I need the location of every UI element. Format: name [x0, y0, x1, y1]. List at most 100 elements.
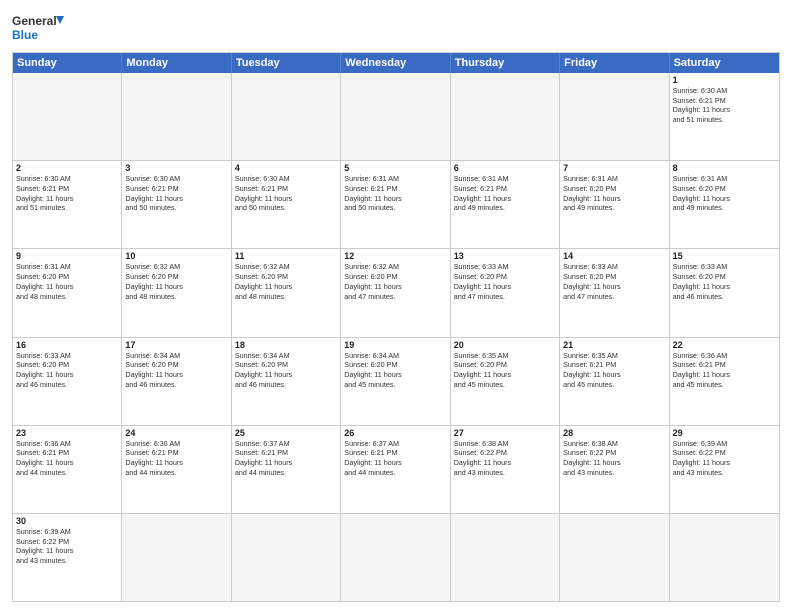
cell-info: Sunrise: 6:38 AM Sunset: 6:22 PM Dayligh…: [563, 439, 665, 478]
day-number: 11: [235, 251, 337, 261]
cell-info: Sunrise: 6:36 AM Sunset: 6:21 PM Dayligh…: [673, 351, 776, 390]
cal-cell-empty: [670, 514, 779, 601]
day-number: 25: [235, 428, 337, 438]
day-number: 10: [125, 251, 227, 261]
cal-cell-day-25: 25Sunrise: 6:37 AM Sunset: 6:21 PM Dayli…: [232, 426, 341, 513]
cal-cell-day-26: 26Sunrise: 6:37 AM Sunset: 6:21 PM Dayli…: [341, 426, 450, 513]
cal-cell-day-29: 29Sunrise: 6:39 AM Sunset: 6:22 PM Dayli…: [670, 426, 779, 513]
cal-cell-day-23: 23Sunrise: 6:36 AM Sunset: 6:21 PM Dayli…: [13, 426, 122, 513]
cal-header-day-sunday: Sunday: [13, 53, 122, 73]
cell-info: Sunrise: 6:30 AM Sunset: 6:21 PM Dayligh…: [125, 174, 227, 213]
calendar-body: 1Sunrise: 6:30 AM Sunset: 6:21 PM Daylig…: [13, 73, 779, 601]
cal-cell-day-14: 14Sunrise: 6:33 AM Sunset: 6:20 PM Dayli…: [560, 249, 669, 336]
cell-info: Sunrise: 6:36 AM Sunset: 6:21 PM Dayligh…: [16, 439, 118, 478]
cal-cell-day-6: 6Sunrise: 6:31 AM Sunset: 6:21 PM Daylig…: [451, 161, 560, 248]
cell-info: Sunrise: 6:30 AM Sunset: 6:21 PM Dayligh…: [235, 174, 337, 213]
day-number: 20: [454, 340, 556, 350]
day-number: 29: [673, 428, 776, 438]
cal-cell-day-30: 30Sunrise: 6:39 AM Sunset: 6:22 PM Dayli…: [13, 514, 122, 601]
cal-week-1: 2Sunrise: 6:30 AM Sunset: 6:21 PM Daylig…: [13, 160, 779, 248]
svg-text:Blue: Blue: [12, 28, 38, 42]
cal-cell-day-21: 21Sunrise: 6:35 AM Sunset: 6:21 PM Dayli…: [560, 338, 669, 425]
day-number: 17: [125, 340, 227, 350]
cal-week-5: 30Sunrise: 6:39 AM Sunset: 6:22 PM Dayli…: [13, 513, 779, 601]
cell-info: Sunrise: 6:38 AM Sunset: 6:22 PM Dayligh…: [454, 439, 556, 478]
day-number: 9: [16, 251, 118, 261]
cal-cell-empty: [560, 73, 669, 160]
day-number: 19: [344, 340, 446, 350]
cal-cell-empty: [13, 73, 122, 160]
cal-cell-day-22: 22Sunrise: 6:36 AM Sunset: 6:21 PM Dayli…: [670, 338, 779, 425]
cell-info: Sunrise: 6:30 AM Sunset: 6:21 PM Dayligh…: [673, 86, 776, 125]
cal-cell-empty: [451, 73, 560, 160]
day-number: 13: [454, 251, 556, 261]
cal-cell-day-8: 8Sunrise: 6:31 AM Sunset: 6:20 PM Daylig…: [670, 161, 779, 248]
cell-info: Sunrise: 6:31 AM Sunset: 6:21 PM Dayligh…: [454, 174, 556, 213]
day-number: 1: [673, 75, 776, 85]
day-number: 23: [16, 428, 118, 438]
cal-header-day-wednesday: Wednesday: [341, 53, 450, 73]
cal-cell-day-11: 11Sunrise: 6:32 AM Sunset: 6:20 PM Dayli…: [232, 249, 341, 336]
cell-info: Sunrise: 6:34 AM Sunset: 6:20 PM Dayligh…: [235, 351, 337, 390]
cal-cell-day-2: 2Sunrise: 6:30 AM Sunset: 6:21 PM Daylig…: [13, 161, 122, 248]
day-number: 16: [16, 340, 118, 350]
cal-cell-empty: [451, 514, 560, 601]
cal-week-4: 23Sunrise: 6:36 AM Sunset: 6:21 PM Dayli…: [13, 425, 779, 513]
cal-header-day-friday: Friday: [560, 53, 669, 73]
cal-header-day-thursday: Thursday: [451, 53, 560, 73]
cell-info: Sunrise: 6:31 AM Sunset: 6:20 PM Dayligh…: [16, 262, 118, 301]
cal-week-3: 16Sunrise: 6:33 AM Sunset: 6:20 PM Dayli…: [13, 337, 779, 425]
day-number: 2: [16, 163, 118, 173]
cell-info: Sunrise: 6:32 AM Sunset: 6:20 PM Dayligh…: [235, 262, 337, 301]
cal-cell-empty: [232, 514, 341, 601]
cal-header-day-tuesday: Tuesday: [232, 53, 341, 73]
cell-info: Sunrise: 6:35 AM Sunset: 6:21 PM Dayligh…: [563, 351, 665, 390]
cell-info: Sunrise: 6:36 AM Sunset: 6:21 PM Dayligh…: [125, 439, 227, 478]
cell-info: Sunrise: 6:39 AM Sunset: 6:22 PM Dayligh…: [673, 439, 776, 478]
calendar: SundayMondayTuesdayWednesdayThursdayFrid…: [12, 52, 780, 602]
cell-info: Sunrise: 6:39 AM Sunset: 6:22 PM Dayligh…: [16, 527, 118, 566]
cal-cell-day-15: 15Sunrise: 6:33 AM Sunset: 6:20 PM Dayli…: [670, 249, 779, 336]
day-number: 15: [673, 251, 776, 261]
cal-cell-day-10: 10Sunrise: 6:32 AM Sunset: 6:20 PM Dayli…: [122, 249, 231, 336]
cal-header-day-monday: Monday: [122, 53, 231, 73]
cal-cell-day-16: 16Sunrise: 6:33 AM Sunset: 6:20 PM Dayli…: [13, 338, 122, 425]
cal-cell-day-7: 7Sunrise: 6:31 AM Sunset: 6:20 PM Daylig…: [560, 161, 669, 248]
logo-svg: General Blue: [12, 10, 64, 46]
cell-info: Sunrise: 6:33 AM Sunset: 6:20 PM Dayligh…: [454, 262, 556, 301]
cal-week-2: 9Sunrise: 6:31 AM Sunset: 6:20 PM Daylig…: [13, 248, 779, 336]
cal-cell-day-3: 3Sunrise: 6:30 AM Sunset: 6:21 PM Daylig…: [122, 161, 231, 248]
cell-info: Sunrise: 6:33 AM Sunset: 6:20 PM Dayligh…: [16, 351, 118, 390]
cell-info: Sunrise: 6:33 AM Sunset: 6:20 PM Dayligh…: [673, 262, 776, 301]
cell-info: Sunrise: 6:31 AM Sunset: 6:21 PM Dayligh…: [344, 174, 446, 213]
cell-info: Sunrise: 6:34 AM Sunset: 6:20 PM Dayligh…: [125, 351, 227, 390]
cal-cell-empty: [341, 514, 450, 601]
day-number: 28: [563, 428, 665, 438]
cal-week-0: 1Sunrise: 6:30 AM Sunset: 6:21 PM Daylig…: [13, 73, 779, 160]
header: General Blue: [12, 10, 780, 46]
cal-cell-day-19: 19Sunrise: 6:34 AM Sunset: 6:20 PM Dayli…: [341, 338, 450, 425]
cal-cell-empty: [122, 73, 231, 160]
day-number: 12: [344, 251, 446, 261]
cell-info: Sunrise: 6:30 AM Sunset: 6:21 PM Dayligh…: [16, 174, 118, 213]
day-number: 4: [235, 163, 337, 173]
day-number: 22: [673, 340, 776, 350]
cal-cell-empty: [341, 73, 450, 160]
day-number: 3: [125, 163, 227, 173]
day-number: 14: [563, 251, 665, 261]
cal-cell-empty: [232, 73, 341, 160]
cal-cell-day-20: 20Sunrise: 6:35 AM Sunset: 6:20 PM Dayli…: [451, 338, 560, 425]
cal-cell-empty: [122, 514, 231, 601]
cell-info: Sunrise: 6:31 AM Sunset: 6:20 PM Dayligh…: [563, 174, 665, 213]
cal-cell-day-4: 4Sunrise: 6:30 AM Sunset: 6:21 PM Daylig…: [232, 161, 341, 248]
cell-info: Sunrise: 6:35 AM Sunset: 6:20 PM Dayligh…: [454, 351, 556, 390]
cell-info: Sunrise: 6:33 AM Sunset: 6:20 PM Dayligh…: [563, 262, 665, 301]
cal-cell-day-27: 27Sunrise: 6:38 AM Sunset: 6:22 PM Dayli…: [451, 426, 560, 513]
cell-info: Sunrise: 6:37 AM Sunset: 6:21 PM Dayligh…: [235, 439, 337, 478]
day-number: 5: [344, 163, 446, 173]
cal-cell-day-24: 24Sunrise: 6:36 AM Sunset: 6:21 PM Dayli…: [122, 426, 231, 513]
cell-info: Sunrise: 6:32 AM Sunset: 6:20 PM Dayligh…: [125, 262, 227, 301]
day-number: 24: [125, 428, 227, 438]
day-number: 30: [16, 516, 118, 526]
day-number: 7: [563, 163, 665, 173]
